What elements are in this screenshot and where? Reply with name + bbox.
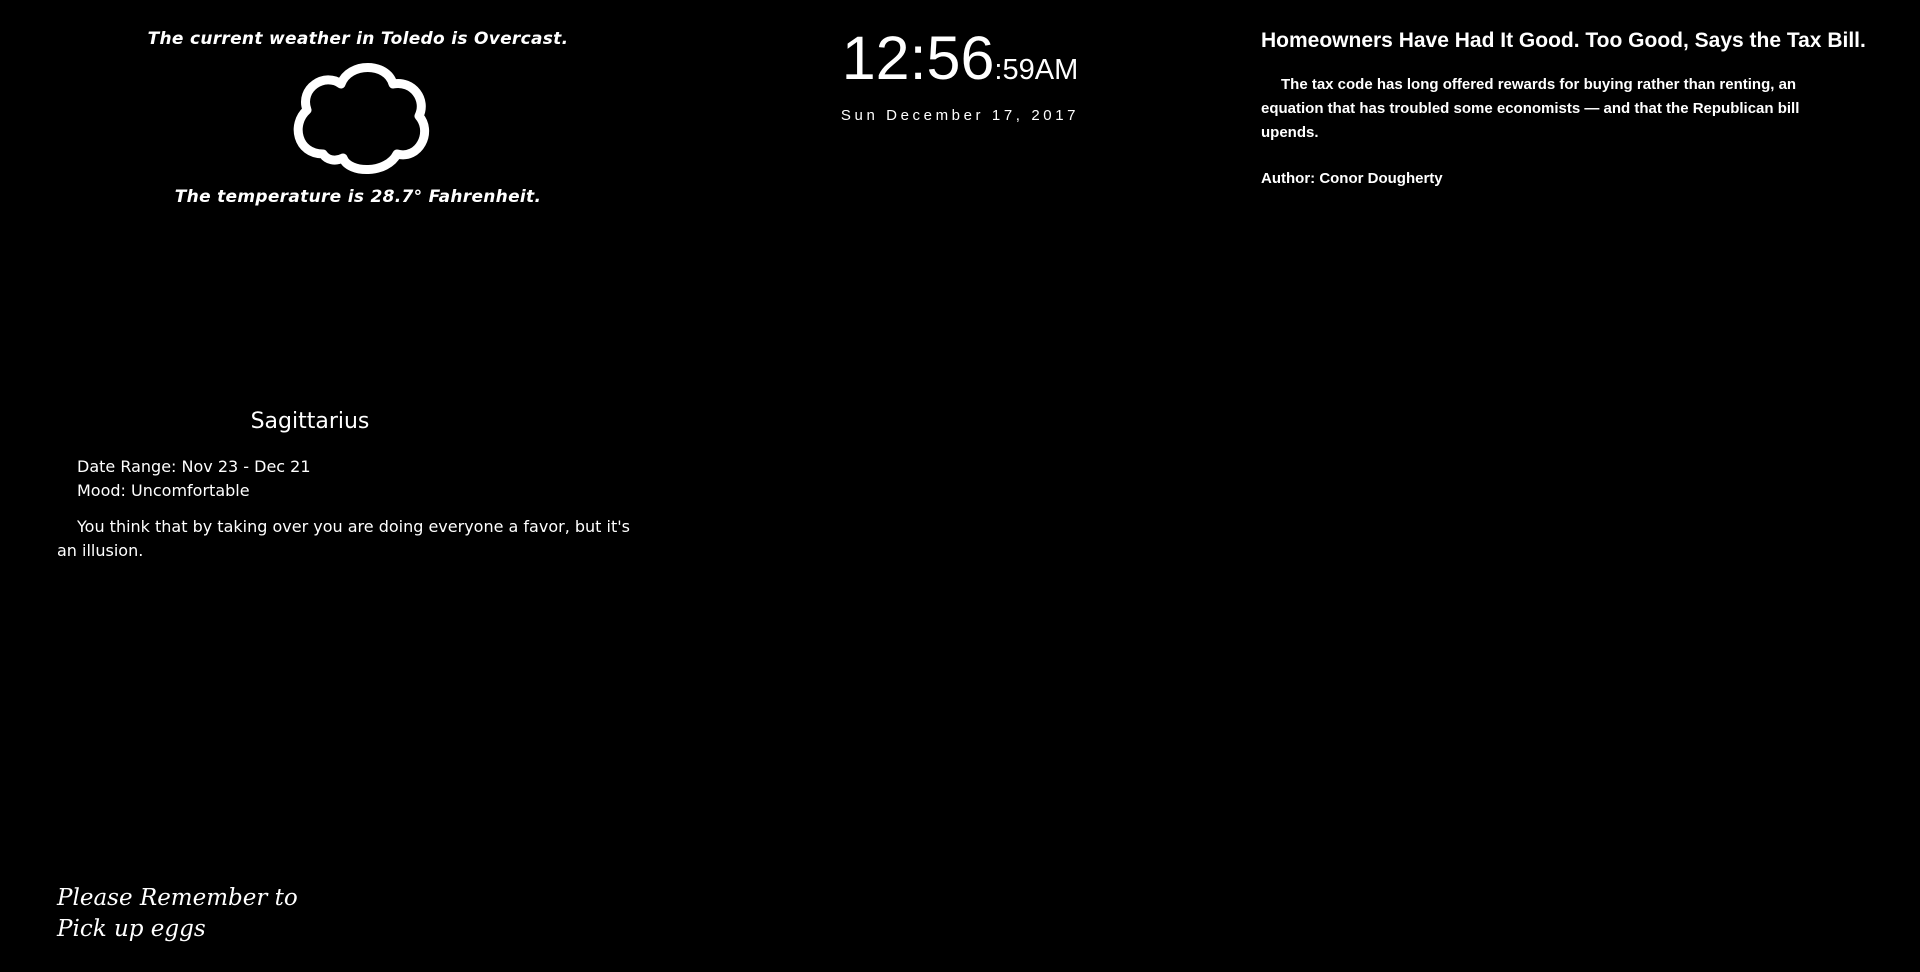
horoscope-description: You think that by taking over you are do…	[57, 517, 630, 560]
horoscope-module: Sagittarius Date Range: Nov 23 - Dec 21 …	[57, 405, 657, 563]
clock-module: 12:56:59AM Sun December 17, 2017	[830, 28, 1090, 125]
horoscope-meta: Date Range: Nov 23 - Dec 21 Mood: Uncomf…	[57, 455, 657, 503]
horoscope-date-range: Date Range: Nov 23 - Dec 21	[77, 457, 311, 476]
news-module: Homeowners Have Had It Good. Too Good, S…	[1261, 25, 1881, 189]
horoscope-mood: Mood: Uncomfortable	[77, 481, 250, 500]
reminder-line-1: Please Remember to	[57, 885, 298, 911]
temperature-text: The temperature is 28.7° Fahrenheit.	[174, 187, 542, 207]
weather-module: The current weather in Toledo is Overcas…	[58, 26, 658, 210]
cloud-outline-icon	[293, 63, 429, 174]
clock-date: Sun December 17, 2017	[840, 107, 1080, 124]
clock-seconds-ampm: :59AM	[994, 54, 1079, 86]
clock-time: 12:56:59AM	[830, 28, 1090, 89]
zodiac-sign-name: Sagittarius	[250, 409, 370, 434]
news-author: Author: Conor Dougherty	[1261, 170, 1443, 187]
news-summary: The tax code has long offered rewards fo…	[1261, 76, 1800, 141]
news-headline: Homeowners Have Had It Good. Too Good, S…	[1261, 29, 1866, 52]
reminder-line-2: Pick up eggs	[57, 916, 206, 942]
smart-mirror-dashboard: The current weather in Toledo is Overcas…	[0, 0, 1920, 972]
weather-condition-text: The current weather in Toledo is Overcas…	[147, 29, 569, 49]
reminder-module: Please Remember to Pick up eggs	[57, 883, 298, 945]
clock-hours-minutes: 12:56	[841, 24, 995, 92]
